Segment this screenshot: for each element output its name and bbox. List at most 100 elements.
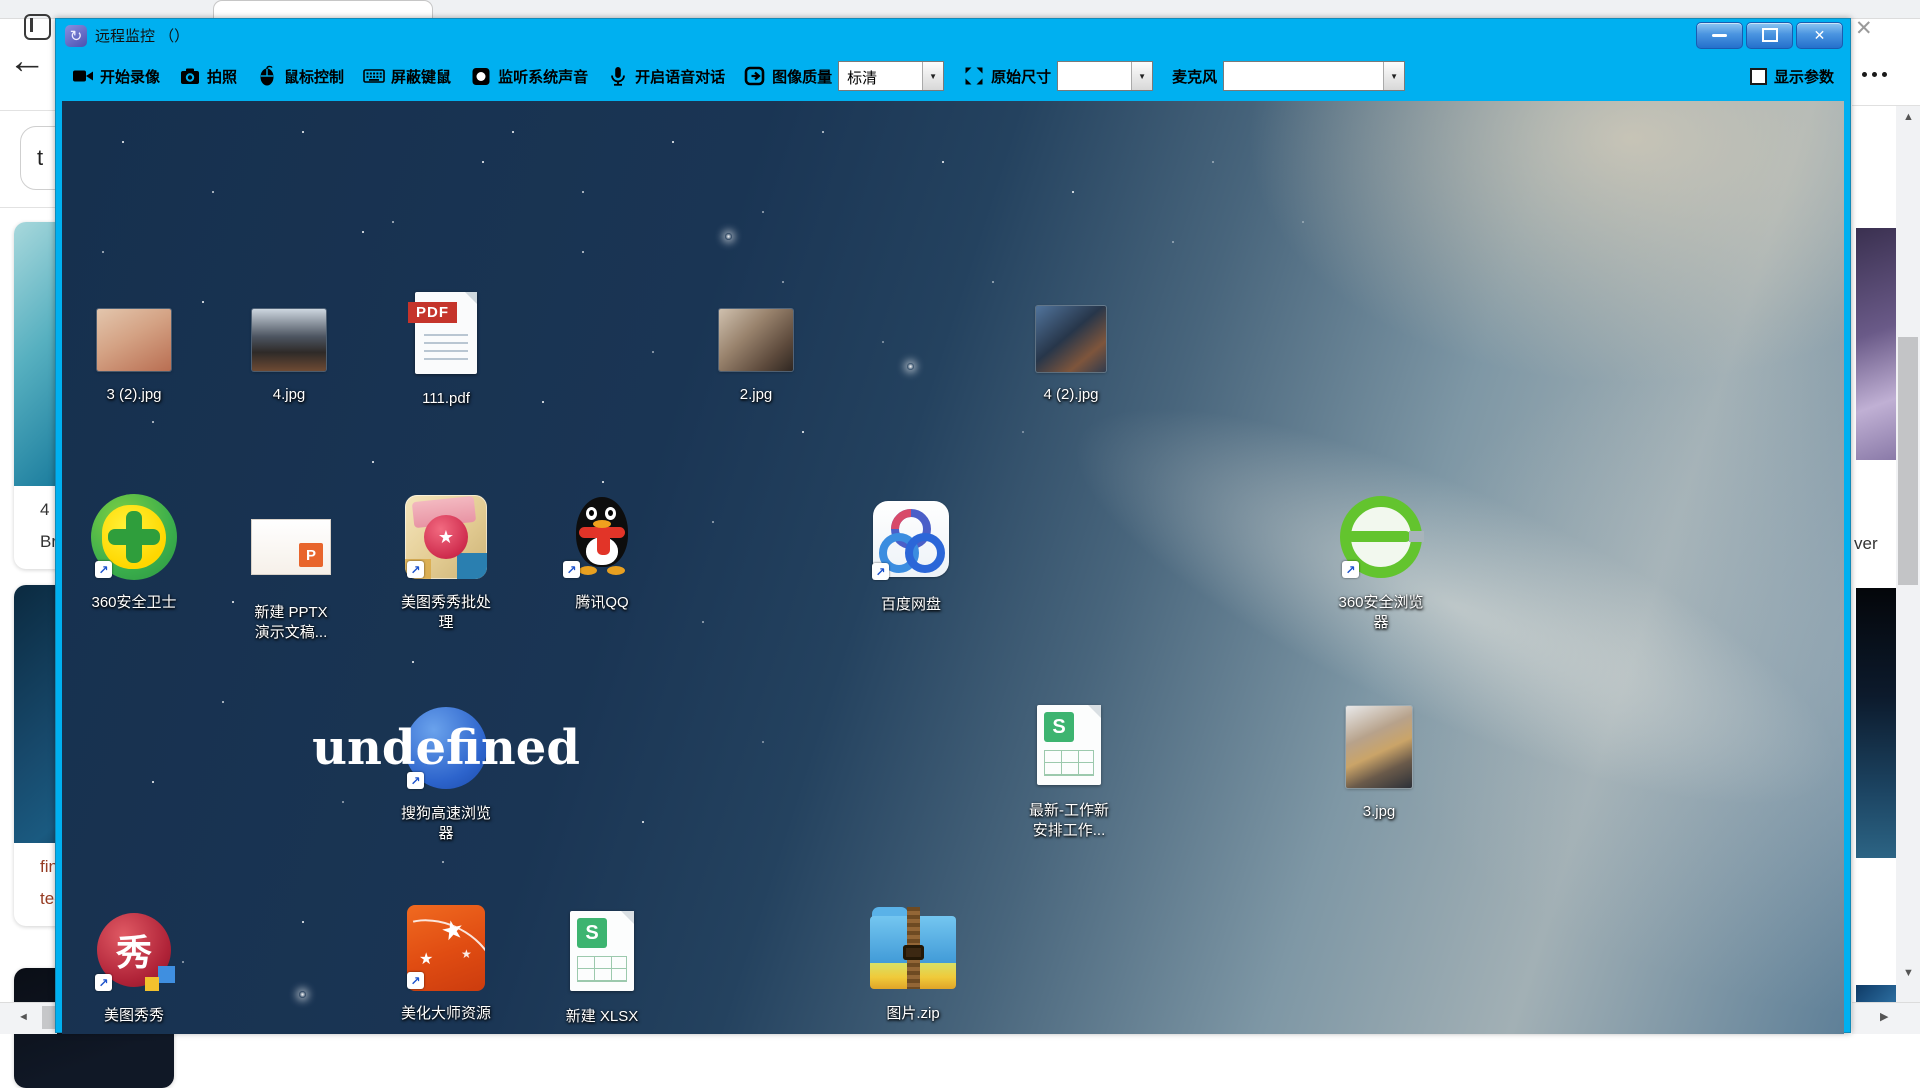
take-photo-label: 拍照 [207,66,237,87]
stars [62,101,64,103]
pictures-zip-icon [848,904,978,992]
shortcut-arrow-icon: ↗ [407,561,424,578]
photo-camera-icon [179,65,201,87]
start-record-label: 开始录像 [100,66,160,87]
desktop-icon-label: 腾讯QQ [575,593,628,613]
desktop-icon-label: 3 (2).jpg [106,385,161,405]
desktop-icon-label: 器 [1373,613,1388,633]
desktop-icon-4-2-jpg[interactable]: 4 (2).jpg [1006,305,1136,405]
desktop-icon-baidu-netdisk[interactable]: ↗百度网盘 [846,495,976,615]
right-thumbnail[interactable] [1856,228,1896,460]
start-record-button[interactable]: 开始录像 [72,65,160,87]
desktop-icon-2-jpg[interactable]: 2.jpg [691,307,821,405]
vertical-scrollbar-thumb[interactable] [1898,337,1918,585]
block-keyboard-mouse-label: 屏蔽键鼠 [391,66,451,87]
desktop-icon-work-plan-xlsx[interactable]: S最新-工作新安排工作... [1004,701,1134,841]
desktop-icon-3-jpg[interactable]: 3.jpg [1314,704,1444,822]
minimize-button[interactable] [1696,22,1743,49]
desktop-icon-label: 新建 XLSX [566,1007,639,1027]
minimize-icon [1712,34,1727,37]
microphone-value [1224,62,1383,90]
voice-chat-button[interactable]: 开启语音对话 [607,65,725,87]
block-keyboard-mouse-button[interactable]: 屏蔽键鼠 [363,65,451,87]
desktop-icon-111-pdf[interactable]: PDF111.pdf [381,289,511,409]
image-quality-icon [744,65,766,87]
microphone-group: 麦克风 ▼ [1172,61,1405,91]
show-params-checkbox[interactable] [1750,68,1767,85]
browser-tab[interactable] [213,0,433,19]
show-params-label: 显示参数 [1774,66,1834,87]
divider [0,207,57,208]
select-arrow-icon: ▼ [1131,62,1152,90]
desktop-icon-label: 4.jpg [273,385,306,405]
bright-star [725,233,732,240]
back-arrow-icon[interactable]: ← [8,42,46,80]
mouse-control-label: 鼠标控制 [284,66,344,87]
desktop-icon-pictures-zip[interactable]: 图片.zip [848,904,978,1024]
scroll-up-icon[interactable]: ▲ [1903,112,1914,123]
take-photo-button[interactable]: 拍照 [179,65,237,87]
4-jpg-icon [224,307,354,373]
desktop-icon-master-resource[interactable]: ★★★↗美化大师资源 [381,904,511,1024]
maximize-icon [1762,28,1778,42]
desktop-icon-4-jpg[interactable]: 4.jpg [224,307,354,405]
desktop-icon-label: 搜狗高速浏览 [401,804,491,824]
window-title: 远程监控 （） [95,25,189,46]
desktop-icon-tencent-qq[interactable]: ↗腾讯QQ [537,493,667,613]
record-circle-icon [470,65,492,87]
scroll-down-icon[interactable]: ▼ [1903,968,1914,979]
meitu-xiuxiu-icon: 秀↗ [69,906,199,994]
work-plan-xlsx-icon: S [1004,701,1134,789]
desktop-icon-label: 360安全浏览 [1338,593,1423,613]
shortcut-arrow-icon: ↗ [95,974,112,991]
voice-chat-label: 开启语音对话 [635,66,725,87]
more-menu-icon[interactable] [1862,72,1887,77]
scroll-right-icon[interactable]: ▶ [1880,1012,1888,1023]
listen-system-sound-button[interactable]: 监听系统声音 [470,65,588,87]
select-arrow-icon: ▼ [1383,62,1404,90]
desktop-icon-new-xlsx[interactable]: S新建 XLSX [537,907,667,1027]
microphone-label: 麦克风 [1172,66,1217,87]
right-card-text: ver [1854,534,1878,554]
shortcut-arrow-icon: ↗ [872,563,889,580]
expand-arrows-icon [963,65,985,87]
desktop-icon-label: 安排工作... [1033,821,1106,841]
image-quality-select[interactable]: 标清 ▼ [838,61,944,91]
right-thumbnail[interactable] [1856,588,1896,858]
desktop-icon-label: 3.jpg [1363,802,1396,822]
3-jpg-icon [1314,704,1444,790]
360-safe-icon: ↗ [69,493,199,581]
remote-desktop-view[interactable]: 3 (2).jpg4.jpgPDF111.pdf2.jpg4 (2).jpg↗3… [62,101,1844,1034]
browser-close-icon[interactable]: ✕ [1855,16,1873,41]
original-size-select[interactable]: ▼ [1057,61,1153,91]
maximize-button[interactable] [1746,22,1793,49]
listen-system-sound-label: 监听系统声音 [498,66,588,87]
bright-star [907,363,914,370]
scroll-left-icon[interactable]: ◄ [18,1012,29,1023]
desktop-icon-label: 演示文稿... [255,623,328,643]
desktop-icon-label: 111.pdf [422,389,470,409]
desktop-icon-new-pptx[interactable]: P新建 PPTX演示文稿... [226,503,356,643]
desktop-icon-label: 理 [438,613,453,633]
desktop-icon-360-safe[interactable]: ↗360安全卫士 [69,493,199,613]
sidebar-toggle-icon[interactable] [24,14,51,40]
desktop-icon-label: 新建 PPTX [254,603,327,623]
select-arrow-icon: ▼ [922,62,943,90]
mouse-control-button[interactable]: 鼠标控制 [256,65,344,87]
close-button[interactable]: ✕ [1796,22,1843,49]
divider [0,110,57,111]
desktop-icon-meitu-xiuxiu[interactable]: 秀↗美图秀秀 [69,906,199,1026]
desktop-icon-meitu-batch[interactable]: ★↗美图秀秀批处理 [381,493,511,633]
title-bar[interactable]: ↻ 远程监控 （） ✕ [56,19,1850,51]
image-quality-group: 图像质量 标清 ▼ [744,61,944,91]
image-quality-value: 标清 [839,62,922,90]
desktop-icon-360-browser[interactable]: ↗360安全浏览器 [1316,493,1446,633]
desktop-icon-3-2-jpg[interactable]: 3 (2).jpg [69,307,199,405]
show-params-group[interactable]: 显示参数 [1750,66,1834,87]
remote-monitor-window: ↻ 远程监控 （） ✕ 开始录像 拍照 鼠标控制 屏蔽键鼠 监听系统声音 [55,18,1851,1033]
master-resource-icon: ★★★↗ [381,904,511,992]
desktop-icon-sogou-browser[interactable]: undefined↗搜狗高速浏览器 [381,704,511,844]
microphone-select[interactable]: ▼ [1223,61,1405,91]
baidu-netdisk-icon: ↗ [846,495,976,583]
video-camera-icon [72,65,94,87]
